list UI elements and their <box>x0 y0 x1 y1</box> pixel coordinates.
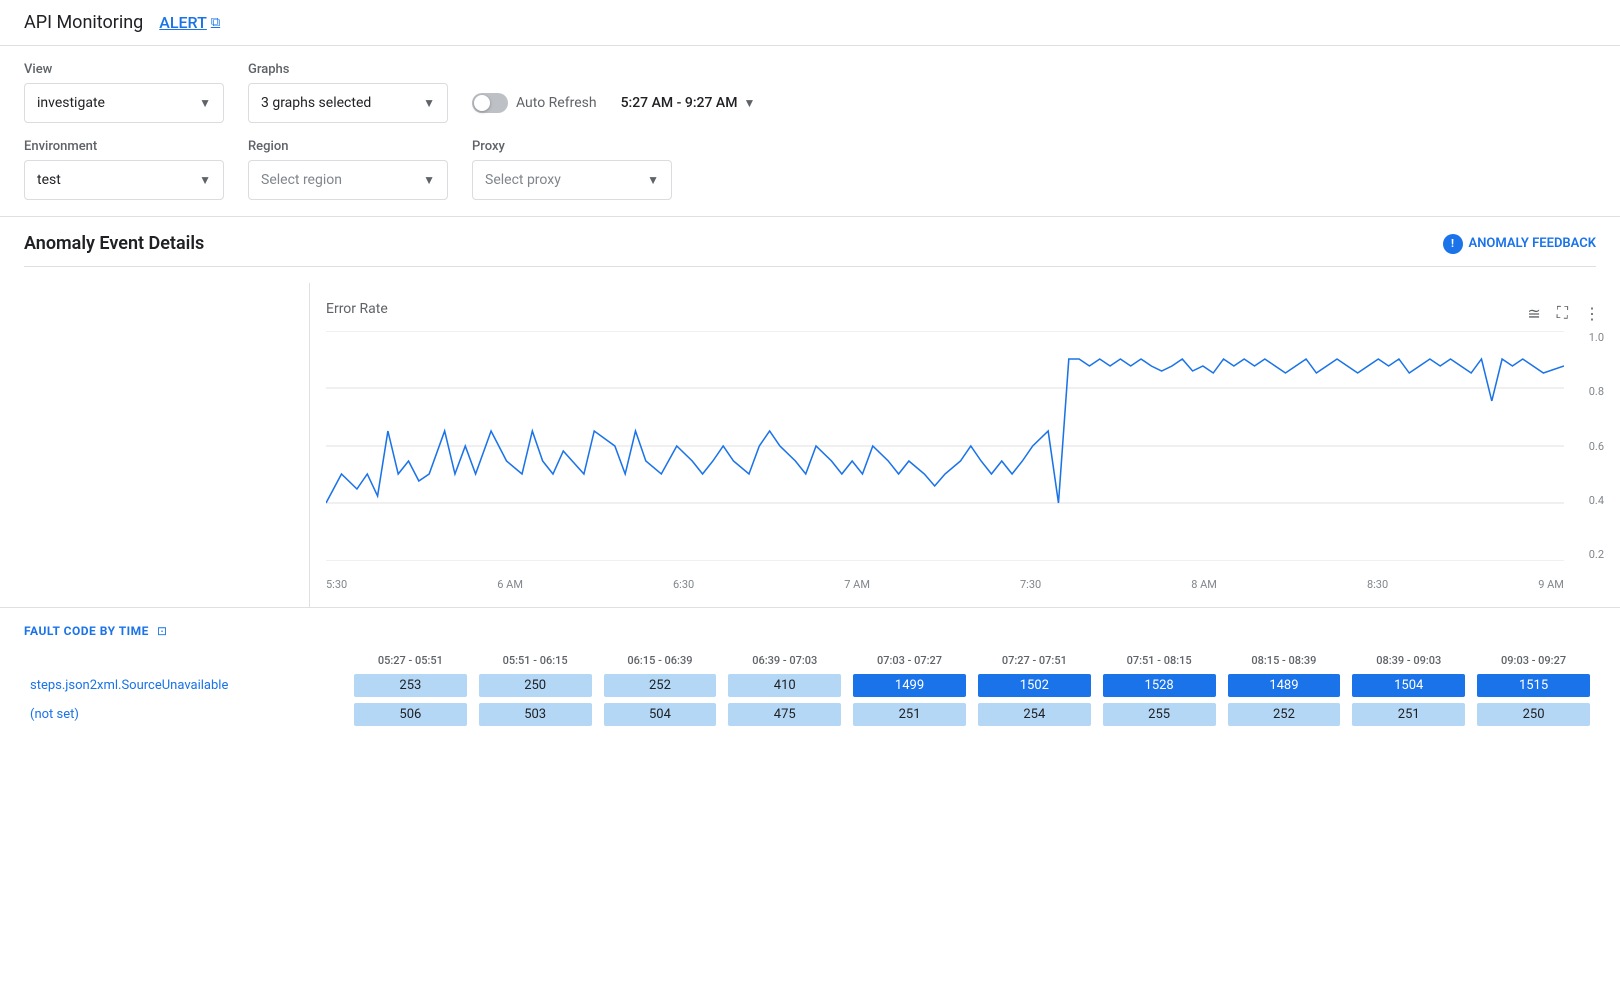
feedback-label: ANOMALY FEEDBACK <box>1469 236 1596 251</box>
cell-1-0: 506 <box>348 700 473 729</box>
col-05-51: 05:51 - 06:15 <box>473 650 598 671</box>
controls-section: View investigate ▼ Graphs 3 graphs selec… <box>0 46 1620 217</box>
table-row: steps.json2xml.SourceUnavailable 253 250… <box>24 671 1596 700</box>
app-title: API Monitoring <box>24 12 143 33</box>
cell-0-6: 1528 <box>1097 671 1222 700</box>
region-control-group: Region Select region ▼ <box>248 139 448 200</box>
environment-select[interactable]: test ▼ <box>24 160 224 200</box>
external-link-icon: ⧉ <box>211 15 220 30</box>
region-label: Region <box>248 139 448 154</box>
col-06-15: 06:15 - 06:39 <box>598 650 723 671</box>
feedback-icon: ! <box>1443 234 1463 254</box>
region-select[interactable]: Select region ▼ <box>248 160 448 200</box>
cell-0-2: 252 <box>598 671 723 700</box>
cell-0-4: 1499 <box>847 671 972 700</box>
fault-table-header-row: 05:27 - 05:51 05:51 - 06:15 06:15 - 06:3… <box>24 650 1596 671</box>
chevron-down-icon: ▼ <box>423 173 435 187</box>
auto-refresh-group: Auto Refresh <box>472 83 597 123</box>
cell-1-5: 254 <box>972 700 1097 729</box>
cell-0-1: 250 <box>473 671 598 700</box>
cell-1-7: 252 <box>1222 700 1347 729</box>
graphs-label: Graphs <box>248 62 448 77</box>
chart-container: 1.0 0.8 0.6 0.4 0.2 <box>326 331 1604 591</box>
y-axis: 1.0 0.8 0.6 0.4 0.2 <box>1564 331 1604 561</box>
view-select[interactable]: investigate ▼ <box>24 83 224 123</box>
col-06-39: 06:39 - 07:03 <box>722 650 847 671</box>
anomaly-feedback-button[interactable]: ! ANOMALY FEEDBACK <box>1443 234 1596 254</box>
cell-1-9: 250 <box>1471 700 1596 729</box>
graphs-control-group: Graphs 3 graphs selected ▼ <box>248 62 448 123</box>
auto-refresh-toggle[interactable] <box>472 93 508 113</box>
proxy-control-group: Proxy Select proxy ▼ <box>472 139 672 200</box>
region-placeholder: Select region <box>261 172 342 188</box>
time-range-selector[interactable]: 5:27 AM - 9:27 AM ▼ <box>621 83 756 123</box>
col-07-51: 07:51 - 08:15 <box>1097 650 1222 671</box>
chart-title: Error Rate <box>326 301 388 317</box>
chevron-down-icon: ▼ <box>423 96 435 110</box>
fault-title: FAULT CODE BY TIME <box>24 624 149 638</box>
cell-1-8: 251 <box>1346 700 1471 729</box>
col-07-27: 07:27 - 07:51 <box>972 650 1097 671</box>
cell-0-9: 1515 <box>1471 671 1596 700</box>
graphs-select[interactable]: 3 graphs selected ▼ <box>248 83 448 123</box>
cell-0-3: 410 <box>722 671 847 700</box>
cell-1-2: 504 <box>598 700 723 729</box>
cell-1-3: 475 <box>722 700 847 729</box>
cell-0-0: 253 <box>348 671 473 700</box>
proxy-label: Proxy <box>472 139 672 154</box>
col-08-15: 08:15 - 08:39 <box>1222 650 1347 671</box>
col-09-03: 09:03 - 09:27 <box>1471 650 1596 671</box>
col-name <box>24 650 348 671</box>
proxy-select[interactable]: Select proxy ▼ <box>472 160 672 200</box>
chart-svg-container <box>326 331 1564 561</box>
legend-icon[interactable]: ≅ <box>1523 300 1544 327</box>
auto-refresh-label: Auto Refresh <box>516 95 597 111</box>
expand-icon[interactable]: ⛶ <box>1553 299 1572 327</box>
section-title: Anomaly Event Details <box>24 233 204 254</box>
alert-link[interactable]: ALERT ⧉ <box>159 13 220 32</box>
more-options-icon[interactable]: ⋮ <box>1580 300 1604 327</box>
proxy-placeholder: Select proxy <box>485 172 561 188</box>
chevron-down-icon: ▼ <box>647 173 659 187</box>
chevron-down-icon: ▼ <box>743 96 755 110</box>
cell-1-4: 251 <box>847 700 972 729</box>
table-row: (not set) 506 503 504 475 251 254 255 25… <box>24 700 1596 729</box>
chevron-down-icon: ▼ <box>199 173 211 187</box>
col-07-03: 07:03 - 07:27 <box>847 650 972 671</box>
fault-section: FAULT CODE BY TIME ⊡ 05:27 - 05:51 05:51… <box>0 608 1620 745</box>
environment-label: Environment <box>24 139 224 154</box>
chart-panel: Error Rate ≅ ⛶ ⋮ 1.0 0.8 0.6 0.4 0.2 <box>310 283 1620 607</box>
header: API Monitoring ALERT ⧉ <box>0 0 1620 46</box>
col-05-27: 05:27 - 05:51 <box>348 650 473 671</box>
x-axis: 5:30 6 AM 6:30 7 AM 7:30 8 AM 8:30 9 AM <box>326 578 1564 591</box>
anomaly-section: Anomaly Event Details ! ANOMALY FEEDBACK <box>0 217 1620 283</box>
alert-label: ALERT <box>159 13 207 32</box>
toggle-row: Auto Refresh <box>472 83 597 123</box>
col-08-39: 08:39 - 09:03 <box>1346 650 1471 671</box>
cell-0-7: 1489 <box>1222 671 1347 700</box>
cell-0-5: 1502 <box>972 671 1097 700</box>
cell-1-1: 503 <box>473 700 598 729</box>
view-value: investigate <box>37 95 105 111</box>
view-control-group: View investigate ▼ <box>24 62 224 123</box>
time-range-value: 5:27 AM - 9:27 AM <box>621 95 738 111</box>
chart-toolbar: ≅ ⛶ ⋮ <box>1523 299 1604 327</box>
fault-name[interactable]: (not set) <box>24 700 348 729</box>
environment-value: test <box>37 172 61 188</box>
environment-control-group: Environment test ▼ <box>24 139 224 200</box>
left-panel <box>0 283 310 607</box>
cell-1-6: 255 <box>1097 700 1222 729</box>
view-label: View <box>24 62 224 77</box>
export-icon[interactable]: ⊡ <box>157 624 167 638</box>
fault-name[interactable]: steps.json2xml.SourceUnavailable <box>24 671 348 700</box>
chevron-down-icon: ▼ <box>199 96 211 110</box>
fault-header: FAULT CODE BY TIME ⊡ <box>24 624 1596 638</box>
cell-0-8: 1504 <box>1346 671 1471 700</box>
graphs-value: 3 graphs selected <box>261 95 371 111</box>
fault-table: 05:27 - 05:51 05:51 - 06:15 06:15 - 06:3… <box>24 650 1596 729</box>
chart-section: Error Rate ≅ ⛶ ⋮ 1.0 0.8 0.6 0.4 0.2 <box>0 283 1620 608</box>
